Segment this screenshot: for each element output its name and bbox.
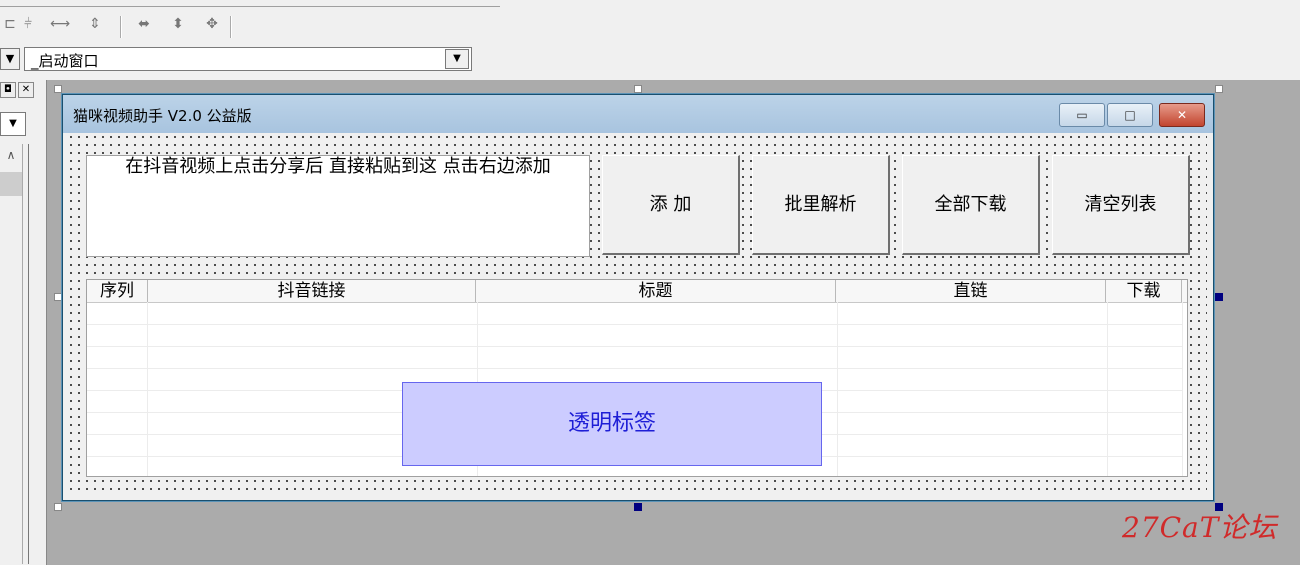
form-titlebar[interactable]: 猫咪视频助手 V2.0 公益版 ▭ □ ✕ bbox=[63, 95, 1213, 133]
close-icon[interactable]: ✕ bbox=[18, 82, 34, 98]
watermark-logo: 27CaT论坛 bbox=[1122, 511, 1278, 544]
form-window[interactable]: 猫咪视频助手 V2.0 公益版 ▭ □ ✕ 在抖音视频上点击分享后 直接粘贴到这… bbox=[62, 94, 1214, 501]
grid-line bbox=[1182, 302, 1183, 476]
object-combo-value: _启动窗口 bbox=[31, 52, 99, 70]
grid-line bbox=[1107, 302, 1108, 476]
grid-line bbox=[87, 346, 1183, 347]
scroll-up-icon[interactable]: ∧ bbox=[0, 144, 22, 166]
panel-scrollbar[interactable]: ∧ bbox=[0, 144, 23, 564]
column-header-download[interactable]: 下载 bbox=[1106, 280, 1182, 302]
grid-line bbox=[87, 324, 1183, 325]
resize-handle[interactable] bbox=[54, 293, 62, 301]
column-header-direct-link[interactable]: 直链 bbox=[836, 280, 1106, 302]
add-button[interactable]: 添 加 bbox=[602, 155, 740, 255]
grid-line bbox=[87, 368, 1183, 369]
resize-handle[interactable] bbox=[54, 85, 62, 93]
resize-handle[interactable] bbox=[634, 85, 642, 93]
restore-icon[interactable]: ◘ bbox=[0, 82, 16, 98]
chevron-down-icon[interactable]: ▼ bbox=[445, 49, 469, 69]
batch-parse-button[interactable]: 批里解析 bbox=[752, 155, 890, 255]
toolbar-separator bbox=[120, 16, 122, 38]
form-title: 猫咪视频助手 V2.0 公益版 bbox=[73, 107, 252, 125]
dropdown-arrow-icon[interactable]: ▼ bbox=[0, 48, 20, 70]
toolbar-separator bbox=[230, 16, 232, 38]
align-icon[interactable]: ⊏ bbox=[0, 14, 20, 34]
column-header-index[interactable]: 序列 bbox=[87, 280, 148, 302]
resize-handle[interactable] bbox=[54, 503, 62, 511]
grid-line bbox=[837, 302, 838, 476]
list-header: 序列 抖音链接 标题 直链 下载 bbox=[87, 280, 1187, 303]
transparent-label[interactable]: 透明标签 bbox=[402, 382, 822, 466]
same-height-icon[interactable]: ⬍ bbox=[168, 14, 188, 34]
space-horizontal-icon[interactable]: ⟷ bbox=[50, 14, 70, 34]
grid-line bbox=[147, 302, 148, 476]
form-client-area: 在抖音视频上点击分享后 直接粘贴到这 点击右边添加 添 加 批里解析 全部下载 … bbox=[67, 133, 1207, 495]
url-input[interactable]: 在抖音视频上点击分享后 直接粘贴到这 点击右边添加 bbox=[86, 155, 590, 257]
panel-divider bbox=[28, 144, 29, 564]
close-icon[interactable]: ✕ bbox=[1159, 103, 1205, 127]
same-size-icon[interactable]: ✥ bbox=[202, 14, 222, 34]
url-input-text: 在抖音视频上点击分享后 直接粘贴到这 点击右边添加 bbox=[125, 156, 551, 177]
object-combo[interactable]: _启动窗口 ▼ bbox=[24, 47, 472, 71]
object-selector-row: ▼ _启动窗口 ▼ bbox=[0, 42, 476, 74]
left-panel: ◘ ✕ ▼ ∧ bbox=[0, 80, 47, 565]
align-center-icon[interactable]: ⫩ bbox=[18, 14, 38, 34]
resize-handle[interactable] bbox=[634, 503, 642, 511]
toolbar-row-top bbox=[0, 0, 500, 7]
same-width-icon[interactable]: ⬌ bbox=[134, 14, 154, 34]
alignment-toolbar: ⊏ ⫩ ⟷ ⇕ ⬌ ⬍ ✥ bbox=[0, 8, 235, 40]
column-header-title[interactable]: 标题 bbox=[476, 280, 836, 302]
clear-list-button[interactable]: 清空列表 bbox=[1052, 155, 1190, 255]
ide-toolbar-area: ⊏ ⫩ ⟷ ⇕ ⬌ ⬍ ✥ ▼ _启动窗口 ▼ bbox=[0, 0, 1300, 80]
scroll-thumb[interactable] bbox=[0, 172, 22, 196]
chevron-down-icon[interactable]: ▼ bbox=[0, 112, 26, 136]
resize-handle[interactable] bbox=[1215, 85, 1223, 93]
minimize-icon[interactable]: ▭ bbox=[1059, 103, 1105, 127]
resize-handle[interactable] bbox=[1215, 293, 1223, 301]
download-all-button[interactable]: 全部下载 bbox=[902, 155, 1040, 255]
panel-caption: ◘ ✕ bbox=[0, 82, 36, 98]
space-vertical-icon[interactable]: ⇕ bbox=[85, 14, 105, 34]
maximize-icon[interactable]: □ bbox=[1107, 103, 1153, 127]
column-header-douyin-link[interactable]: 抖音链接 bbox=[148, 280, 476, 302]
